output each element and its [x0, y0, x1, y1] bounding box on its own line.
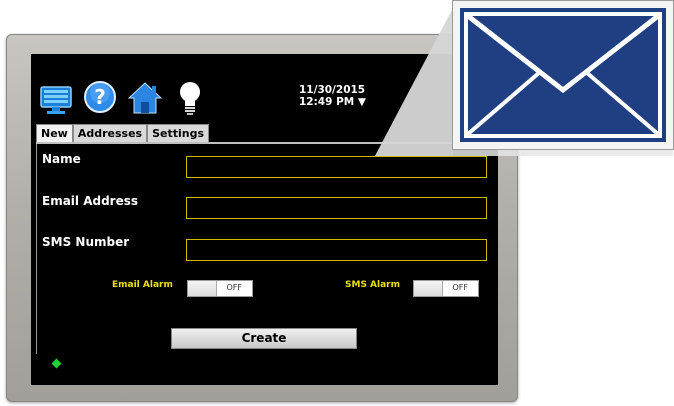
toggle-knob: [188, 281, 217, 296]
sms-alarm-state: OFF: [452, 283, 469, 292]
monitor-icon[interactable]: [39, 82, 73, 116]
name-field[interactable]: [186, 156, 487, 178]
time-text: 12:49 PM ▼: [299, 96, 366, 108]
name-label: Name: [42, 152, 81, 166]
datetime-display[interactable]: 11/30/2015 12:49 PM ▼: [299, 84, 366, 108]
sms-number-label: SMS Number: [42, 235, 130, 249]
envelope-icon: [460, 8, 666, 142]
toggle-knob: [414, 281, 443, 296]
tab-settings[interactable]: Settings: [147, 124, 210, 142]
panel-edge: [36, 144, 37, 354]
email-alarm-label: Email Alarm: [112, 280, 173, 290]
status-led-icon: [51, 358, 62, 369]
email-alarm-state: OFF: [226, 283, 243, 292]
help-icon[interactable]: ?: [83, 80, 117, 114]
email-alarm-toggle[interactable]: OFF: [187, 280, 253, 297]
tab-bar: New Addresses Settings: [36, 124, 210, 142]
email-address-field[interactable]: [186, 197, 487, 219]
tab-addresses[interactable]: Addresses: [72, 124, 148, 142]
sms-alarm-label: SMS Alarm: [345, 280, 400, 290]
tab-new[interactable]: New: [36, 124, 73, 142]
sms-number-field[interactable]: [186, 239, 487, 261]
create-button[interactable]: Create: [171, 328, 357, 349]
date-text: 11/30/2015: [299, 84, 366, 96]
sms-alarm-toggle[interactable]: OFF: [413, 280, 479, 297]
lightbulb-icon[interactable]: [177, 80, 203, 116]
help-glyph: ?: [94, 85, 106, 109]
email-address-label: Email Address: [42, 194, 139, 208]
home-icon[interactable]: [127, 80, 163, 116]
